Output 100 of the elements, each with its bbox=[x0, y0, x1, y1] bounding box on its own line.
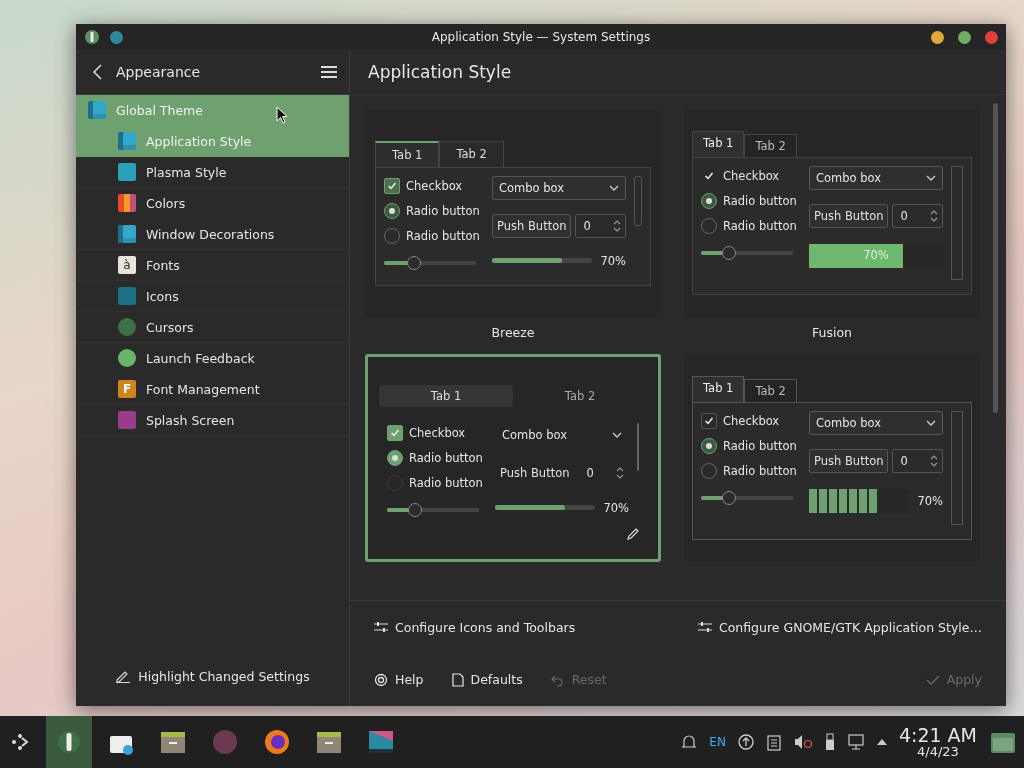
style-preview-card[interactable]: Tab 1 Tab 2 Checkbox Radio button Radio button Combo box Push Button 0 70% bbox=[684, 109, 980, 317]
checkmark-icon bbox=[925, 673, 940, 686]
configure-button[interactable]: Configure GNOME/GTK Application Style… bbox=[687, 613, 992, 641]
window-icon bbox=[118, 132, 136, 150]
spin-box[interactable]: 0 bbox=[892, 204, 943, 228]
scrollbar[interactable] bbox=[637, 422, 639, 471]
page-title: Application Style bbox=[368, 62, 512, 82]
radio-label: Radio button bbox=[723, 219, 797, 233]
push-button[interactable]: Push Button bbox=[809, 204, 889, 228]
tab[interactable]: Tab 1 bbox=[375, 140, 440, 167]
lifebuoy-icon bbox=[374, 672, 388, 687]
checkbox[interactable] bbox=[384, 177, 400, 194]
progress-label: 70% bbox=[862, 248, 890, 262]
chevron-down-icon bbox=[926, 419, 936, 427]
style-preview-card[interactable]: Tab 1 Tab 2 Checkbox Radio button Radio button Combo box Push Button 0 70% bbox=[365, 109, 661, 317]
clipboard-icon[interactable] bbox=[765, 733, 782, 751]
style-preview-card[interactable]: Tab 1 Tab 2 Checkbox Radio button Radio button Combo box Push Button 0 70% bbox=[365, 354, 661, 562]
scrollbar[interactable] bbox=[634, 175, 642, 226]
help-button[interactable]: Help bbox=[364, 666, 434, 694]
expand-tray-icon[interactable] bbox=[875, 737, 888, 747]
update-icon[interactable] bbox=[736, 733, 755, 751]
slider-handle[interactable] bbox=[407, 255, 422, 270]
bell-icon[interactable] bbox=[680, 733, 699, 751]
progress-label: 70% bbox=[600, 253, 626, 268]
radio-button[interactable] bbox=[701, 438, 717, 454]
back-button[interactable] bbox=[92, 64, 104, 80]
clock[interactable]: 4:21 AM 4/4/23 bbox=[898, 726, 977, 758]
highlight-changed-settings-button[interactable]: Highlight Changed Settings bbox=[105, 662, 320, 690]
push-button[interactable]: Push Button bbox=[492, 213, 572, 238]
sidebar-title: Appearance bbox=[116, 64, 202, 80]
radio-button[interactable] bbox=[701, 193, 717, 209]
radio-label: Radio button bbox=[406, 228, 480, 243]
sidebar-item[interactable]: F Font Management bbox=[76, 374, 349, 405]
spin-box[interactable]: 0 bbox=[578, 460, 629, 485]
speaker-muted-icon[interactable] bbox=[792, 733, 813, 751]
keyboard-layout-indicator[interactable]: EN bbox=[709, 735, 726, 749]
spin-arrows-icon bbox=[930, 209, 938, 223]
tab[interactable]: Tab 1 bbox=[692, 376, 745, 402]
radio-label: Radio button bbox=[723, 439, 797, 453]
push-button[interactable]: Push Button bbox=[809, 449, 889, 473]
sidebar-item[interactable]: Plasma Style bbox=[76, 157, 349, 188]
mouse-cursor-icon bbox=[276, 106, 288, 124]
sidebar-item[interactable]: Launch Feedback bbox=[76, 343, 349, 374]
defaults-button[interactable]: Defaults bbox=[441, 666, 533, 694]
combo-box[interactable]: Combo box bbox=[492, 175, 626, 200]
sliders-icon bbox=[697, 621, 712, 634]
pen-icon bbox=[115, 669, 132, 683]
sidebar-item[interactable]: Colors bbox=[76, 188, 349, 219]
tab[interactable]: Tab 2 bbox=[744, 379, 797, 402]
slider-handle[interactable] bbox=[407, 502, 422, 517]
checkbox[interactable] bbox=[701, 413, 717, 429]
pin-button[interactable] bbox=[110, 30, 123, 44]
sidebar-item[interactable]: Window Decorations bbox=[76, 219, 349, 250]
checkbox-label: Checkbox bbox=[723, 414, 780, 428]
radio-label: Radio button bbox=[406, 203, 480, 218]
sliders-icon bbox=[374, 621, 388, 634]
combo-box[interactable]: Combo box bbox=[809, 411, 943, 435]
spin-box[interactable]: 0 bbox=[892, 449, 943, 473]
window-icon bbox=[118, 225, 136, 243]
tab[interactable]: Tab 2 bbox=[513, 384, 647, 407]
network-icon[interactable] bbox=[846, 733, 865, 751]
sidebar-item[interactable]: à Fonts bbox=[76, 250, 349, 281]
tab[interactable]: Tab 2 bbox=[744, 134, 797, 157]
tab[interactable]: Tab 1 bbox=[692, 131, 745, 157]
window-title: Application Style — System Settings bbox=[430, 30, 652, 44]
scrollbar[interactable] bbox=[993, 103, 998, 413]
configure-button[interactable]: Configure Icons and Toolbars bbox=[364, 613, 586, 641]
spin-box[interactable]: 0 bbox=[575, 213, 626, 238]
tab[interactable]: Tab 2 bbox=[439, 140, 504, 167]
window-icon bbox=[88, 101, 106, 119]
combo-box[interactable]: Combo box bbox=[495, 422, 629, 447]
sidebar-item[interactable]: Icons bbox=[76, 281, 349, 312]
pencil-icon[interactable] bbox=[626, 527, 640, 541]
radio-button[interactable] bbox=[384, 202, 400, 219]
font-icon: F bbox=[118, 380, 136, 398]
chevron-down-icon bbox=[609, 183, 619, 192]
scrollbar[interactable] bbox=[951, 166, 963, 280]
spin-arrows-icon bbox=[616, 465, 624, 480]
color-grid-icon bbox=[118, 194, 136, 212]
close-button[interactable] bbox=[985, 30, 998, 44]
style-preview-card[interactable]: Tab 1 Tab 2 Checkbox Radio button Radio button Combo box Push Button 0 70% bbox=[684, 354, 980, 562]
checkbox-label: Checkbox bbox=[406, 178, 463, 193]
tab[interactable]: Tab 1 bbox=[379, 384, 513, 407]
sidebar-item[interactable]: Cursors bbox=[76, 312, 349, 343]
minimize-button[interactable] bbox=[931, 30, 944, 44]
slider-handle[interactable] bbox=[721, 491, 736, 505]
radio-label: Radio button bbox=[723, 464, 797, 478]
chevron-down-icon bbox=[926, 174, 936, 182]
checkbox[interactable] bbox=[387, 424, 403, 441]
spin-arrows-icon bbox=[613, 218, 621, 233]
menu-icon[interactable] bbox=[321, 65, 337, 79]
sidebar-item[interactable]: Splash Screen bbox=[76, 405, 349, 436]
slider-handle[interactable] bbox=[721, 246, 736, 260]
maximize-button[interactable] bbox=[958, 30, 971, 44]
combo-box[interactable]: Combo box bbox=[809, 166, 943, 190]
usb-drive-icon[interactable] bbox=[823, 733, 836, 751]
push-button[interactable]: Push Button bbox=[495, 460, 575, 485]
radio-button[interactable] bbox=[387, 449, 403, 466]
scrollbar[interactable] bbox=[951, 411, 963, 525]
taskbar-task[interactable] bbox=[46, 716, 92, 768]
